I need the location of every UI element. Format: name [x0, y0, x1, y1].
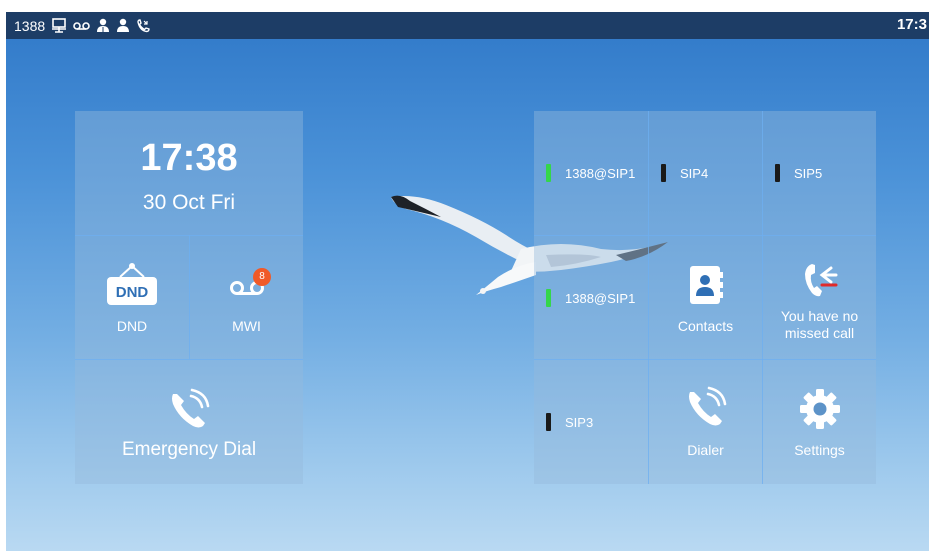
dialer-label: Dialer — [687, 442, 724, 458]
emergency-dial-tile[interactable]: Emergency Dial — [75, 360, 303, 484]
clock-date: 30 Oct Fri — [142, 191, 236, 214]
voicemail-icon — [73, 21, 90, 31]
missed-call-icon — [804, 264, 837, 297]
line-status-indicator — [661, 164, 666, 182]
phone-ringing-icon — [172, 388, 210, 428]
missed-call-label-1: You have no — [780, 308, 859, 324]
dialer-tile[interactable]: Dialer — [649, 360, 762, 484]
status-extension: 1388 — [14, 17, 46, 34]
settings-label: Settings — [794, 442, 845, 458]
line-label: SIP3 — [565, 415, 594, 430]
dnd-label: DND — [116, 318, 148, 334]
left-panel: 17:38 30 Oct Fri DND DND 8 MWI Emergency… — [75, 111, 303, 484]
line-label: SIP4 — [680, 166, 709, 181]
dnd-icon-text: DND — [116, 284, 149, 301]
right-panel: 1388@SIP1 SIP4 SIP5 1388@SIP1 SIP3 Conta… — [534, 111, 876, 484]
missed-call-icon — [136, 18, 150, 33]
status-time: 17:3 — [896, 16, 927, 33]
contacts-tile[interactable]: Contacts — [649, 236, 762, 359]
line-status-indicator — [775, 164, 780, 182]
mwi-label: MWI — [232, 318, 261, 334]
line-key-5[interactable]: SIP3 — [534, 360, 648, 484]
mwi-tile[interactable]: 8 MWI — [190, 236, 303, 359]
line-label: SIP5 — [794, 166, 823, 181]
dnd-tile[interactable]: DND DND — [75, 236, 189, 359]
screen-share-icon — [51, 18, 67, 33]
mwi-count-badge: 8 — [253, 268, 271, 286]
missed-call-label-2: missed call — [784, 325, 855, 341]
line-key-2[interactable]: SIP4 — [649, 111, 762, 235]
line-status-indicator — [546, 289, 551, 307]
line-label: 1388@SIP1 — [565, 291, 636, 306]
contacts-label: Contacts — [677, 318, 734, 334]
contact-icon — [116, 18, 130, 33]
line-key-1[interactable]: 1388@SIP1 — [534, 111, 648, 235]
line-status-indicator — [546, 413, 551, 431]
clock-time: 17:38 — [140, 137, 238, 179]
line-key-3[interactable]: SIP5 — [763, 111, 876, 235]
line-key-4[interactable]: 1388@SIP1 — [534, 236, 648, 359]
phone-screen: 1388 17:3 17:38 30 Oct Fri DND DND 8 MWI… — [6, 12, 929, 551]
dialer-phone-icon — [688, 386, 726, 426]
status-bar: 1388 17:3 — [6, 12, 929, 39]
contacts-book-icon — [689, 266, 723, 304]
missed-call-tile[interactable]: You have no missed call — [763, 236, 876, 359]
gear-icon — [799, 389, 840, 429]
line-status-indicator — [546, 164, 551, 182]
line-label: 1388@SIP1 — [565, 166, 636, 181]
emergency-dial-label: Emergency Dial — [121, 439, 257, 460]
settings-tile[interactable]: Settings — [763, 360, 876, 484]
dnd-sign-icon: DND — [107, 263, 157, 305]
contact-group-icon — [96, 18, 110, 33]
